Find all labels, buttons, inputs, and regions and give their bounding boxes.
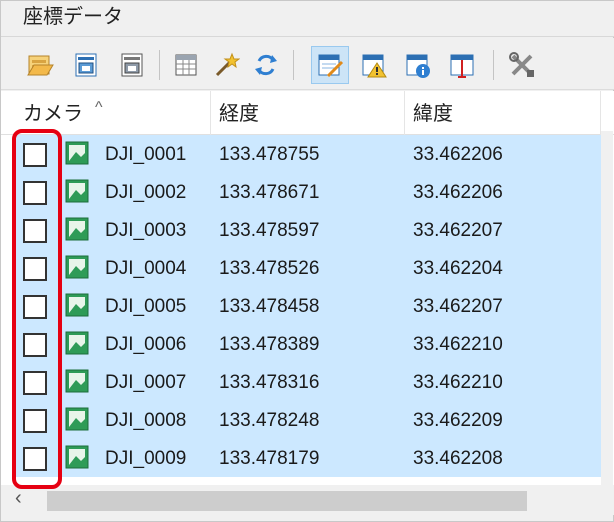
longitude-value: 133.478597 bbox=[219, 220, 320, 241]
row-checkbox[interactable] bbox=[23, 371, 47, 395]
warning-sheet-button[interactable] bbox=[355, 46, 393, 84]
column-header-latitude-label: 緯度 bbox=[413, 103, 453, 125]
latitude-value: 33.462210 bbox=[413, 372, 503, 393]
latitude-value: 33.462210 bbox=[413, 334, 503, 355]
column-header-camera[interactable]: カメラ ^ bbox=[15, 91, 211, 135]
latitude-value: 33.462206 bbox=[413, 182, 503, 203]
image-icon bbox=[65, 179, 89, 203]
camera-name: DJI_0009 bbox=[105, 448, 187, 469]
image-icon bbox=[65, 369, 89, 393]
row-checkbox[interactable] bbox=[23, 409, 47, 433]
sort-ascending-icon: ^ bbox=[95, 99, 103, 116]
grid-header: カメラ ^ 経度 緯度 bbox=[1, 91, 614, 135]
save-icon bbox=[75, 53, 97, 77]
longitude-value: 133.478755 bbox=[219, 144, 320, 165]
table-row[interactable]: DJI_0007 133.478316 33.462210 bbox=[1, 363, 614, 401]
refresh-button[interactable] bbox=[247, 46, 285, 84]
toolbar bbox=[1, 38, 614, 90]
row-checkbox[interactable] bbox=[23, 181, 47, 205]
table-row[interactable]: DJI_0002 133.478671 33.462206 bbox=[1, 173, 614, 211]
row-checkbox[interactable] bbox=[23, 257, 47, 281]
camera-name: DJI_0002 bbox=[105, 182, 187, 203]
longitude-value: 133.478458 bbox=[219, 296, 320, 317]
refresh-icon bbox=[255, 54, 277, 76]
warning-sheet-icon bbox=[362, 54, 387, 78]
open-folder-button[interactable] bbox=[21, 46, 59, 84]
longitude-value: 133.478179 bbox=[219, 448, 320, 469]
image-icon bbox=[65, 293, 89, 317]
table-row[interactable]: DJI_0003 133.478597 33.462207 bbox=[1, 211, 614, 249]
vertical-scrollbar[interactable] bbox=[601, 131, 613, 487]
save-as-icon bbox=[121, 53, 143, 77]
tools-button[interactable] bbox=[503, 46, 541, 84]
info-sheet-icon bbox=[406, 54, 430, 78]
latitude-value: 33.462204 bbox=[413, 258, 503, 279]
horizontal-scrollbar[interactable]: ‹ bbox=[1, 485, 614, 515]
camera-name: DJI_0008 bbox=[105, 410, 187, 431]
column-header-longitude[interactable]: 経度 bbox=[211, 91, 405, 135]
toolbar-separator bbox=[493, 50, 494, 80]
table-button[interactable] bbox=[167, 46, 205, 84]
row-checkbox[interactable] bbox=[23, 333, 47, 357]
coordinate-grid: カメラ ^ 経度 緯度 DJI_0001 133.478755 33.46220… bbox=[1, 91, 614, 491]
latitude-value: 33.462207 bbox=[413, 220, 503, 241]
column-header-latitude[interactable]: 緯度 bbox=[405, 91, 601, 135]
coordinate-data-panel: 座標データ カメラ ^ 経度 緯度 DJI_0001 133.478755 33… bbox=[0, 0, 614, 522]
toolbar-separator bbox=[159, 50, 160, 80]
table-icon bbox=[175, 54, 197, 76]
latitude-value: 33.462207 bbox=[413, 296, 503, 317]
column-resize-button[interactable] bbox=[443, 46, 481, 84]
longitude-value: 133.478526 bbox=[219, 258, 320, 279]
camera-name: DJI_0005 bbox=[105, 296, 187, 317]
image-icon bbox=[65, 217, 89, 241]
longitude-value: 133.478248 bbox=[219, 410, 320, 431]
scroll-left-arrow-icon[interactable]: ‹ bbox=[15, 487, 22, 510]
longitude-value: 133.478316 bbox=[219, 372, 320, 393]
latitude-value: 33.462206 bbox=[413, 144, 503, 165]
image-icon bbox=[65, 407, 89, 431]
tools-icon bbox=[509, 52, 534, 77]
save-as-button[interactable] bbox=[113, 46, 151, 84]
column-resize-icon bbox=[450, 54, 474, 78]
table-row[interactable]: DJI_0008 133.478248 33.462209 bbox=[1, 401, 614, 439]
row-checkbox[interactable] bbox=[23, 219, 47, 243]
latitude-value: 33.462208 bbox=[413, 448, 503, 469]
table-row[interactable]: DJI_0004 133.478526 33.462204 bbox=[1, 249, 614, 287]
longitude-value: 133.478389 bbox=[219, 334, 320, 355]
toolbar-separator bbox=[293, 50, 294, 80]
camera-name: DJI_0001 bbox=[105, 144, 187, 165]
column-header-camera-label: カメラ bbox=[23, 103, 83, 125]
image-icon bbox=[65, 255, 89, 279]
camera-name: DJI_0006 bbox=[105, 334, 187, 355]
table-row[interactable]: DJI_0001 133.478755 33.462206 bbox=[1, 135, 614, 173]
image-icon bbox=[65, 445, 89, 469]
edit-sheet-button[interactable] bbox=[311, 46, 349, 84]
row-checkbox[interactable] bbox=[23, 447, 47, 471]
open-folder-icon bbox=[27, 55, 54, 76]
longitude-value: 133.478671 bbox=[219, 182, 320, 203]
edit-sheet-icon bbox=[318, 54, 344, 78]
latitude-value: 33.462209 bbox=[413, 410, 503, 431]
camera-name: DJI_0007 bbox=[105, 372, 187, 393]
camera-name: DJI_0003 bbox=[105, 220, 187, 241]
table-row[interactable]: DJI_0006 133.478389 33.462210 bbox=[1, 325, 614, 363]
table-row[interactable]: DJI_0009 133.478179 33.462208 bbox=[1, 439, 614, 477]
row-checkbox[interactable] bbox=[23, 295, 47, 319]
panel-titlebar: 座標データ bbox=[1, 1, 614, 37]
column-header-longitude-label: 経度 bbox=[219, 103, 259, 125]
row-checkbox[interactable] bbox=[23, 143, 47, 167]
table-row[interactable]: DJI_0005 133.478458 33.462207 bbox=[1, 287, 614, 325]
camera-name: DJI_0004 bbox=[105, 258, 187, 279]
horizontal-scroll-thumb[interactable] bbox=[47, 491, 527, 511]
image-icon bbox=[65, 331, 89, 355]
panel-title: 座標データ bbox=[23, 6, 123, 28]
wand-icon bbox=[215, 52, 240, 77]
image-icon bbox=[65, 141, 89, 165]
info-sheet-button[interactable] bbox=[399, 46, 437, 84]
wand-button[interactable] bbox=[207, 46, 245, 84]
save-button[interactable] bbox=[67, 46, 105, 84]
